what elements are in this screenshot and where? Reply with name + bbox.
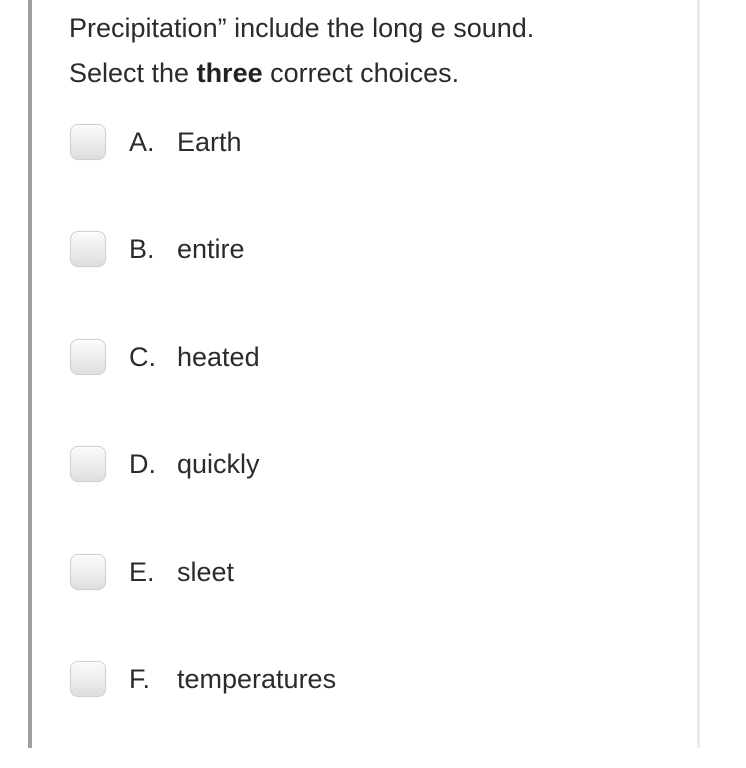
right-border [697, 0, 700, 748]
choice-text: temperatures [177, 663, 337, 694]
question-line-1: Precipitation” include the long e sound. [69, 13, 535, 43]
checkbox-b[interactable] [70, 231, 106, 268]
choice-b[interactable]: B. entire [70, 231, 670, 338]
choice-letter: E. [129, 556, 155, 587]
instruction-emphasis: three [196, 58, 263, 88]
choice-d[interactable]: D. quickly [70, 446, 670, 553]
checkbox-e[interactable] [70, 553, 106, 590]
instruction-suffix: correct choices. [262, 58, 460, 88]
checkbox-a[interactable] [70, 124, 106, 160]
question-prompt: Precipitation” include the long e sound.… [69, 6, 689, 96]
choice-e[interactable]: E. sleet [70, 553, 670, 661]
left-border [28, 0, 32, 748]
choice-letter: F. [129, 663, 151, 694]
checkbox-f[interactable] [70, 660, 106, 697]
choice-a[interactable]: A. Earth [70, 124, 670, 231]
choice-text: quickly [177, 449, 260, 480]
choice-text: heated [177, 341, 260, 372]
choice-text: Earth [177, 127, 242, 157]
choice-c[interactable]: C. heated [70, 338, 670, 446]
answer-choices: A. Earth B. entire C. heated D. quickly … [70, 124, 670, 768]
choice-letter: D. [129, 449, 156, 480]
choice-text: entire [177, 234, 245, 265]
choice-letter: A. [129, 127, 155, 157]
instruction-prefix: Select the [69, 58, 197, 88]
choice-letter: B. [129, 234, 155, 265]
choice-f[interactable]: F. temperatures [70, 660, 670, 768]
choice-letter: C. [129, 341, 156, 372]
checkbox-d[interactable] [70, 446, 106, 483]
choice-text: sleet [177, 556, 235, 587]
question-line-2: Select the three correct choices. [69, 51, 689, 96]
checkbox-c[interactable] [70, 338, 106, 375]
